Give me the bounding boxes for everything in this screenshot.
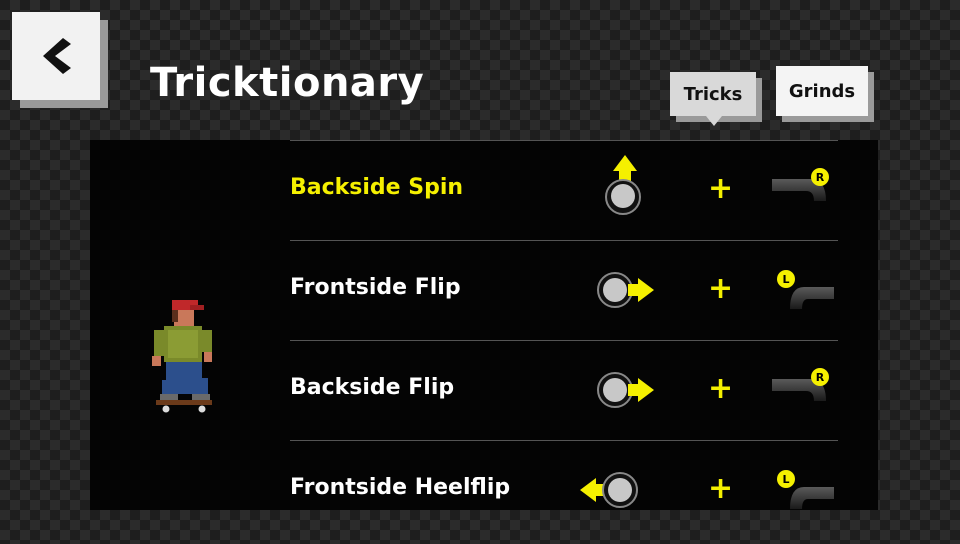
- trick-name: Frontside Flip: [290, 275, 461, 300]
- chevron-left-icon: [43, 38, 71, 74]
- combo-plus: +: [708, 471, 734, 506]
- analog-stick-right-icon: [597, 372, 654, 408]
- button-letter: L: [782, 473, 789, 486]
- skater-character-icon: [152, 300, 212, 413]
- list-item[interactable]: Frontside Flip + L: [290, 240, 838, 340]
- trick-name: Backside Flip: [290, 375, 455, 400]
- combo-plus: +: [708, 171, 734, 206]
- trick-list-panel: Backside Spin + R Frontside Flip + L Bac…: [90, 140, 878, 510]
- r-shoulder-button-icon: R: [772, 168, 829, 201]
- trick-name: Frontside Heelflip: [290, 475, 511, 500]
- tab-tricks[interactable]: Tricks: [670, 72, 756, 126]
- l-shoulder-button-icon: L: [777, 470, 834, 509]
- list-item[interactable]: Backside Flip + R: [290, 340, 838, 440]
- list-item[interactable]: Frontside Heelflip + L: [290, 440, 838, 510]
- analog-stick-left-icon: [580, 472, 638, 508]
- tab-grinds[interactable]: Grinds: [776, 66, 868, 116]
- l-shoulder-button-icon: L: [777, 270, 834, 309]
- trick-name: Backside Spin: [290, 175, 464, 200]
- button-letter: R: [816, 171, 825, 184]
- combo-plus: +: [708, 371, 734, 406]
- analog-stick-right-icon: [597, 272, 654, 308]
- button-letter: L: [782, 273, 789, 286]
- r-shoulder-button-icon: R: [772, 368, 829, 401]
- page-title: Tricktionary: [150, 60, 425, 106]
- back-button[interactable]: [12, 12, 100, 100]
- button-letter: R: [816, 371, 825, 384]
- trick-list: Backside Spin + R Frontside Flip + L Bac…: [290, 140, 838, 510]
- list-item[interactable]: Backside Spin + R: [290, 140, 838, 240]
- analog-stick-up-icon: [605, 155, 641, 215]
- combo-plus: +: [708, 271, 734, 306]
